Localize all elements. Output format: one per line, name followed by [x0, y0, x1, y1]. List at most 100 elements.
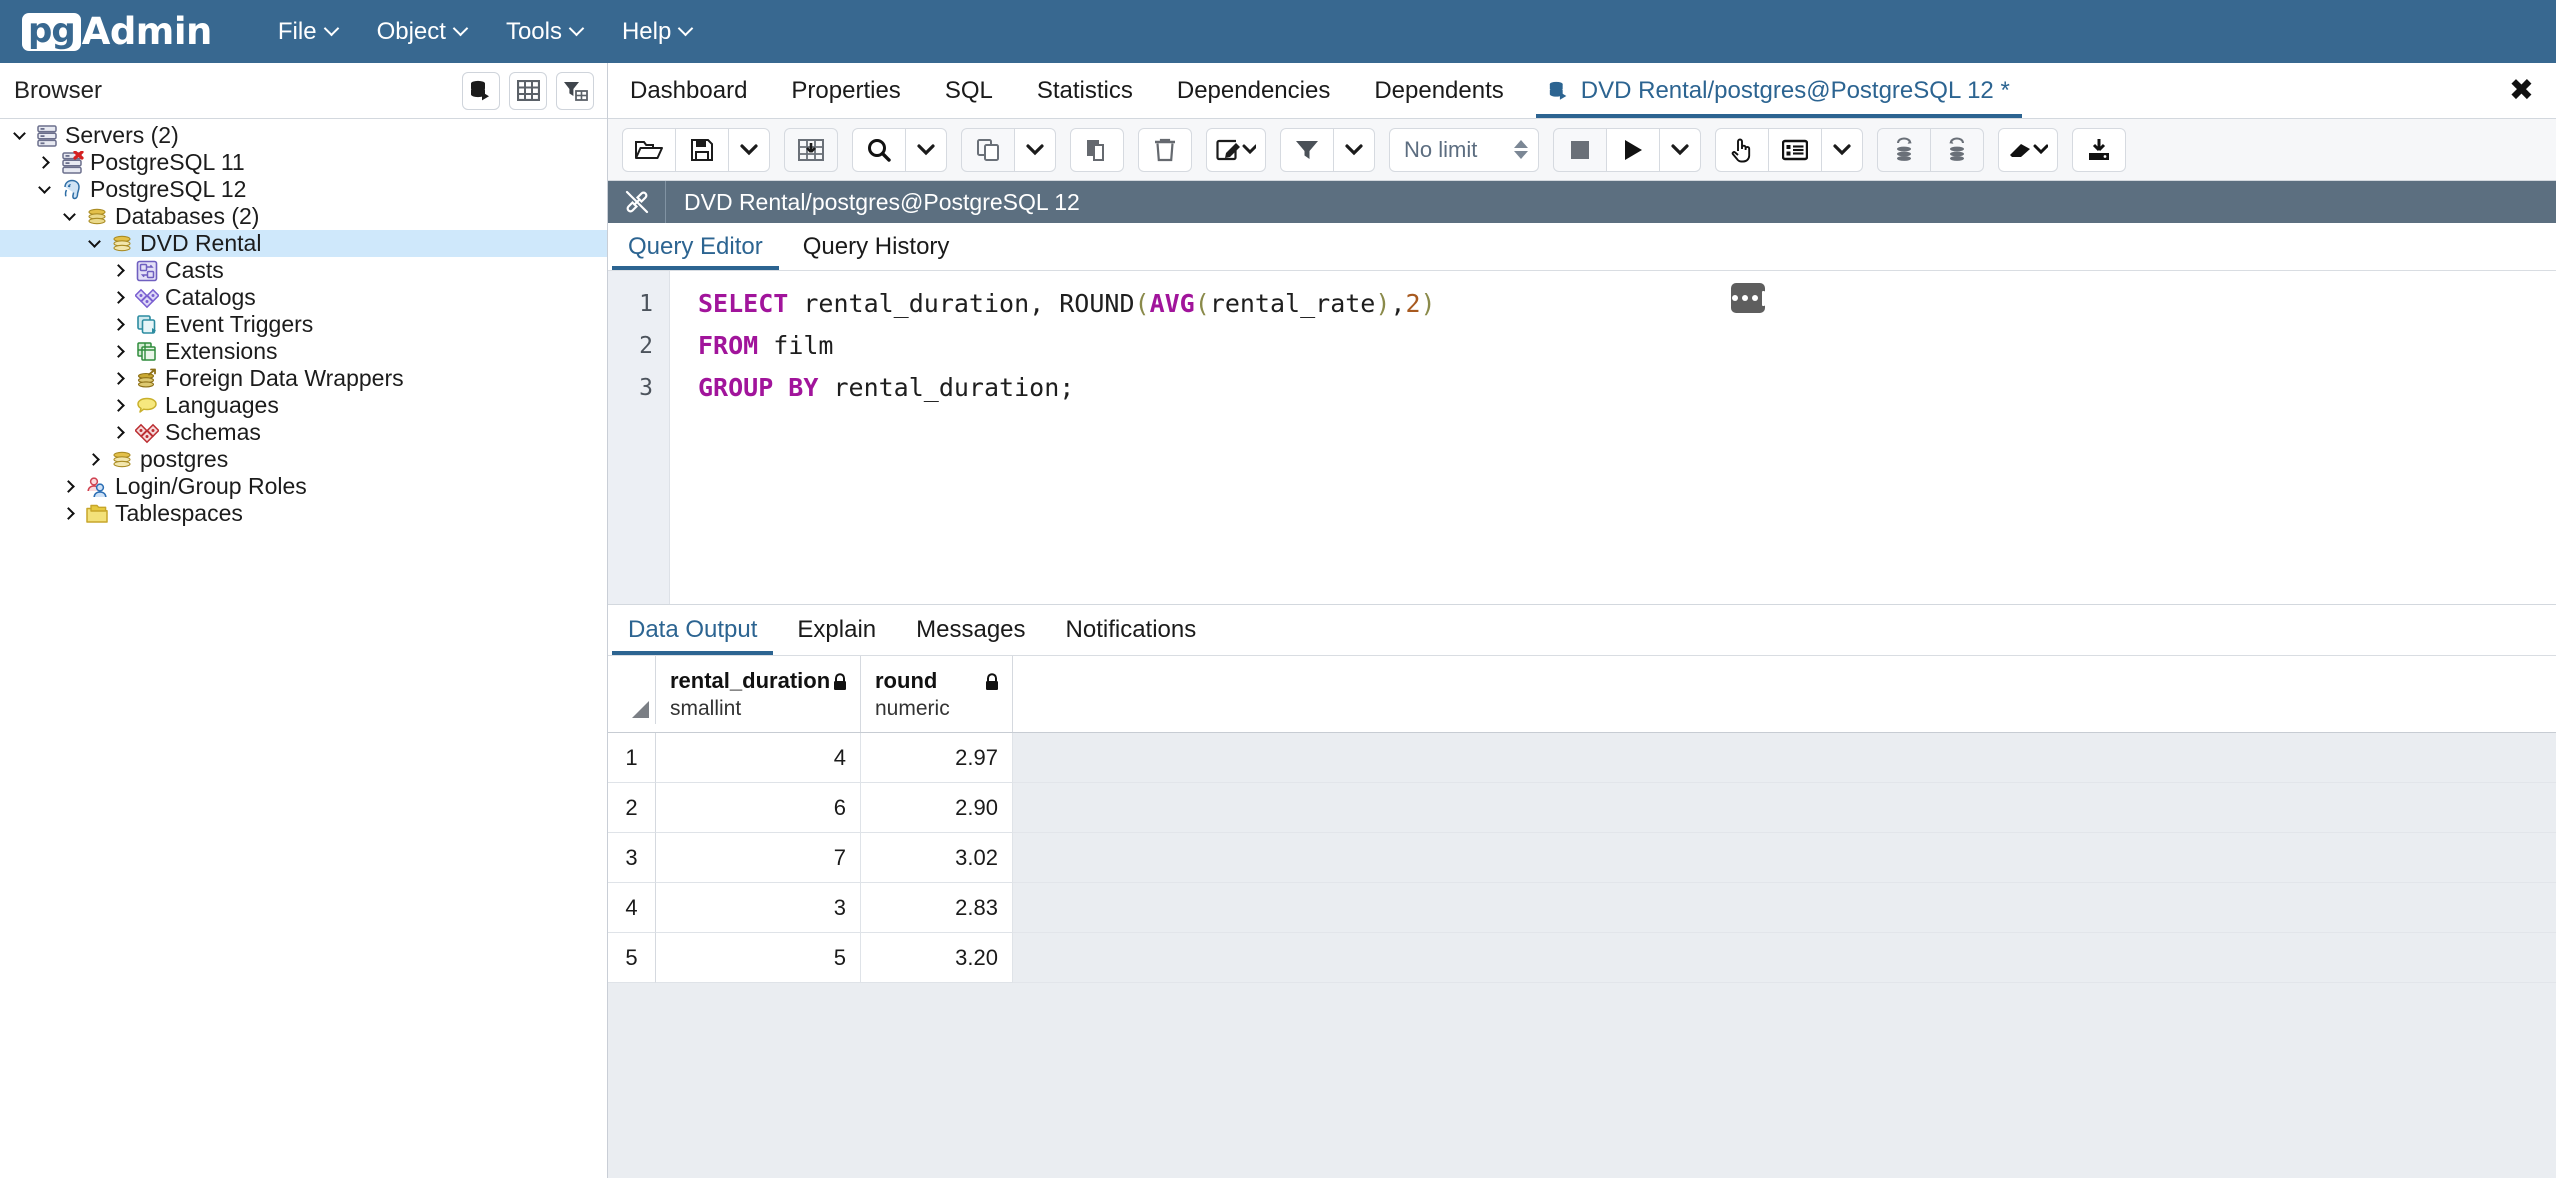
chevron-right-icon[interactable]	[106, 399, 132, 412]
chevron-right-icon[interactable]	[56, 480, 82, 493]
grid-cell[interactable]: 6	[656, 783, 861, 833]
filter-options-button[interactable]	[1333, 127, 1375, 172]
chevron-right-icon[interactable]	[56, 507, 82, 520]
tree-item-servers-2[interactable]: Servers (2)	[0, 122, 607, 149]
grid-cell[interactable]: 2.97	[861, 733, 1013, 783]
tab-dashboard[interactable]: Dashboard	[608, 63, 769, 118]
tree-item-extensions[interactable]: Extensions	[0, 338, 607, 365]
editor-tab-query-editor[interactable]: Query Editor	[608, 223, 783, 270]
tab-sql[interactable]: SQL	[923, 63, 1015, 118]
explain-button[interactable]	[1715, 127, 1769, 172]
grid-column-header[interactable]: rental_duration smallint	[656, 656, 861, 732]
output-tab-explain[interactable]: Explain	[777, 605, 896, 655]
grid-cell[interactable]: 7	[656, 833, 861, 883]
menu-file[interactable]: File	[258, 10, 357, 54]
menu-object[interactable]: Object	[357, 10, 486, 54]
save-options-button[interactable]	[728, 127, 770, 172]
grid-cell[interactable]: 2.83	[861, 883, 1013, 933]
menu-help[interactable]: Help	[602, 10, 711, 54]
tree-item-languages[interactable]: Languages	[0, 392, 607, 419]
chevron-down-icon[interactable]	[6, 127, 32, 140]
execute-button[interactable]	[1606, 127, 1660, 172]
tree-item-casts[interactable]: Casts	[0, 257, 607, 284]
chevron-right-icon[interactable]	[31, 156, 57, 169]
chevron-right-icon[interactable]	[106, 291, 132, 304]
table-row[interactable]: 2 6 2.90	[608, 783, 2556, 833]
find-button[interactable]	[852, 127, 906, 172]
query-tool-button[interactable]	[462, 71, 500, 110]
editor-panel-widget-icon[interactable]	[1731, 283, 1765, 313]
row-index[interactable]: 2	[608, 783, 656, 833]
filtered-rows-button[interactable]	[556, 71, 594, 110]
paste-button[interactable]	[1070, 127, 1124, 172]
chevron-right-icon[interactable]	[106, 345, 132, 358]
chevron-right-icon[interactable]	[106, 318, 132, 331]
tab-properties[interactable]: Properties	[769, 63, 922, 118]
grid-cell[interactable]: 5	[656, 933, 861, 983]
table-row[interactable]: 5 5 3.20	[608, 933, 2556, 983]
chevron-down-icon[interactable]	[31, 181, 57, 194]
tree-item-tablespaces[interactable]: Tablespaces	[0, 500, 607, 527]
chevron-right-icon[interactable]	[106, 372, 132, 385]
tab-dependencies[interactable]: Dependencies	[1155, 63, 1352, 118]
close-tab-button[interactable]: ✖	[2487, 63, 2556, 118]
chevron-down-icon[interactable]	[56, 208, 82, 221]
tree-item-postgresql-12[interactable]: PostgreSQL 12	[0, 176, 607, 203]
find-options-button[interactable]	[905, 127, 947, 172]
output-tab-data-output[interactable]: Data Output	[608, 605, 777, 655]
row-index[interactable]: 5	[608, 933, 656, 983]
output-tab-messages[interactable]: Messages	[896, 605, 1045, 655]
grid-cell[interactable]: 3.20	[861, 933, 1013, 983]
tree-item-postgres[interactable]: postgres	[0, 446, 607, 473]
table-row[interactable]: 1 4 2.97	[608, 733, 2556, 783]
delete-button[interactable]	[1138, 127, 1192, 172]
row-index[interactable]: 3	[608, 833, 656, 883]
row-index[interactable]: 1	[608, 733, 656, 783]
tree-item-postgresql-11[interactable]: PostgreSQL 11	[0, 149, 607, 176]
explain-analyze-button[interactable]	[1768, 127, 1822, 172]
spinner-arrows-icon[interactable]	[1514, 140, 1528, 159]
grid-cell[interactable]: 2.90	[861, 783, 1013, 833]
tree-item-event-triggers[interactable]: Event Triggers	[0, 311, 607, 338]
tree-item-login-group-roles[interactable]: Login/Group Roles	[0, 473, 607, 500]
editor-tab-query-history[interactable]: Query History	[783, 223, 970, 270]
tree-item-dvd-rental[interactable]: DVD Rental	[0, 230, 607, 257]
sql-code-area[interactable]: SELECT rental_duration, ROUND(AVG(rental…	[670, 271, 2556, 604]
grid-select-all-corner[interactable]	[608, 656, 656, 724]
copy-button[interactable]	[961, 127, 1015, 172]
rollback-button[interactable]	[1930, 127, 1984, 172]
open-file-button[interactable]	[622, 127, 676, 172]
output-tab-notifications[interactable]: Notifications	[1046, 605, 1217, 655]
chevron-right-icon[interactable]	[106, 264, 132, 277]
tree-item-schemas[interactable]: Schemas	[0, 419, 607, 446]
table-row[interactable]: 4 3 2.83	[608, 883, 2556, 933]
grid-body[interactable]: 1 4 2.97 2 6 2.90 3 7 3.02 4 3 2.83 5 5 3.20	[608, 733, 2556, 983]
tree-item-databases-2[interactable]: Databases (2)	[0, 203, 607, 230]
chevron-down-icon[interactable]	[81, 235, 107, 248]
stop-button[interactable]	[1553, 127, 1607, 172]
view-data-button[interactable]	[509, 71, 547, 110]
edit-button[interactable]	[1206, 127, 1266, 172]
tab-dvd-rental-postgres-postgresql-12[interactable]: DVD Rental/postgres@PostgreSQL 12 *	[1526, 63, 2032, 118]
save-file-button[interactable]	[675, 127, 729, 172]
data-output-grid[interactable]: rental_duration smallint round numeric 1 4 2.…	[608, 656, 2556, 983]
tree-item-foreign-data-wrappers[interactable]: Foreign Data Wrappers	[0, 365, 607, 392]
explain-options-button[interactable]	[1821, 127, 1863, 172]
paste-rows-button[interactable]	[784, 127, 838, 172]
grid-cell[interactable]: 3.02	[861, 833, 1013, 883]
commit-button[interactable]	[1877, 127, 1931, 172]
tab-statistics[interactable]: Statistics	[1015, 63, 1155, 118]
row-index[interactable]: 4	[608, 883, 656, 933]
plug-disconnect-icon[interactable]	[608, 181, 666, 223]
sql-editor[interactable]: 123 SELECT rental_duration, ROUND(AVG(re…	[608, 271, 2556, 604]
execute-options-button[interactable]	[1659, 127, 1701, 172]
table-row[interactable]: 3 7 3.02	[608, 833, 2556, 883]
chevron-right-icon[interactable]	[81, 453, 107, 466]
object-tree[interactable]: Servers (2) PostgreSQL 11 PostgreSQL 12 Dat…	[0, 119, 607, 1178]
tree-item-catalogs[interactable]: Catalogs	[0, 284, 607, 311]
clear-button[interactable]	[1998, 127, 2058, 172]
grid-cell[interactable]: 3	[656, 883, 861, 933]
filter-button[interactable]	[1280, 127, 1334, 172]
row-limit-select[interactable]: No limit	[1389, 127, 1539, 172]
chevron-right-icon[interactable]	[106, 426, 132, 439]
